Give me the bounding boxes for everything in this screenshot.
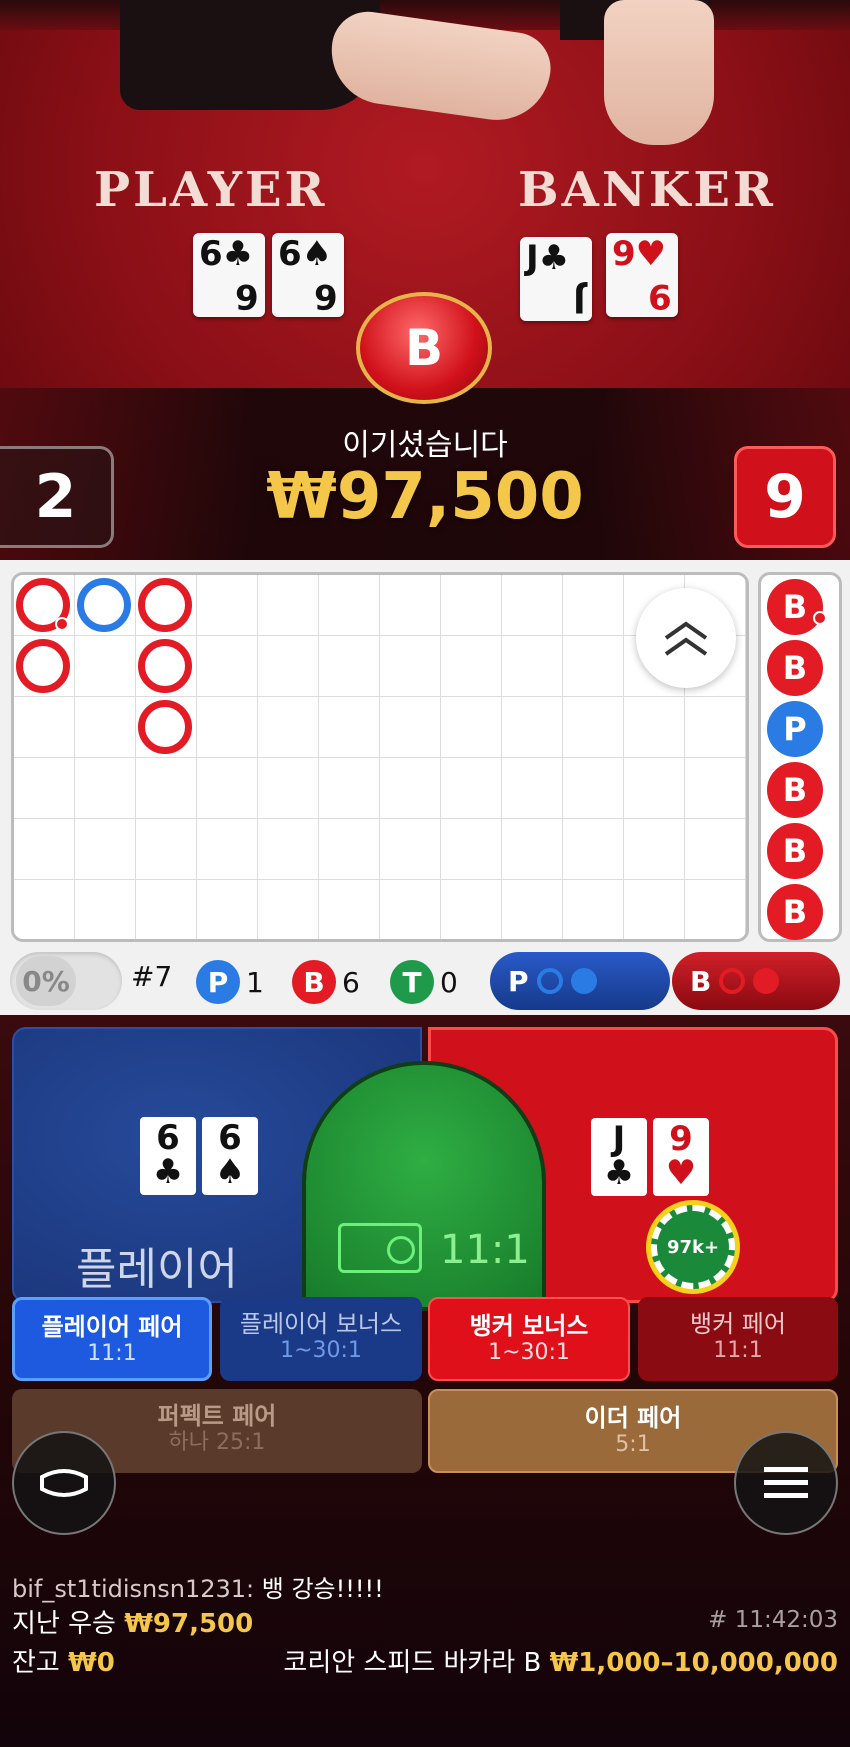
predict-dot-icon xyxy=(753,968,780,994)
banker-pair-marker xyxy=(55,617,69,631)
banker-bonus-odds: 1~30:1 xyxy=(488,1340,570,1366)
player-spot-label: 플레이어 xyxy=(76,1244,238,1295)
banker-count: 6 xyxy=(342,965,360,999)
table-limits: ₩1,000–10,000,000 xyxy=(549,1648,838,1678)
roadmap-panel: B B P B B B 0% #7 P1 B6 T0 P B xyxy=(0,560,850,1015)
player-card-small-2: 6 ♠ xyxy=(202,1117,258,1195)
player-count: 1 xyxy=(246,965,264,999)
banker-pair-label: 뱅커 페어 xyxy=(690,1310,786,1338)
big-road-player xyxy=(77,578,131,632)
chat-username: bif_st1tidisnsn1231: xyxy=(12,1575,255,1603)
banker-pair-bet[interactable]: 뱅커 페어 11:1 xyxy=(638,1297,838,1381)
placed-chip: 97k+ xyxy=(651,1205,735,1289)
percent-toggle[interactable]: 0% xyxy=(10,952,122,1010)
chat-message: bif_st1tidisnsn1231: 뱅 강승!!!!! xyxy=(12,1569,384,1604)
tie-odds: 11:1 xyxy=(440,1227,530,1273)
last-win: 지난 우승 ₩97,500 xyxy=(12,1603,253,1640)
player-pair-odds: 11:1 xyxy=(87,1341,137,1367)
percent-value: 0% xyxy=(16,956,76,1006)
tie-cards-icon xyxy=(338,1223,422,1273)
big-road-banker xyxy=(16,639,70,693)
banker-card-small-1: J ♣ xyxy=(591,1118,647,1196)
betting-area: 6 ♣ 6 ♠ 플레이어 J ♣ 9 ♥ 11:1 97k+ 플레이어 페어 11:1 … xyxy=(0,1015,850,1747)
game-id: # 11:42:03 xyxy=(708,1607,838,1633)
hamburger-menu-icon xyxy=(764,1467,808,1498)
round-number: #7 xyxy=(131,960,173,993)
banker-chip: B xyxy=(292,960,336,1004)
banker-score: 9 xyxy=(734,446,836,548)
last-win-label: 지난 우승 xyxy=(12,1609,116,1639)
player-bonus-bet[interactable]: 플레이어 보너스 1~30:1 xyxy=(220,1297,422,1381)
predict-banker-button[interactable]: B xyxy=(672,952,840,1010)
banker-bonus-label: 뱅커 보너스 xyxy=(469,1312,589,1340)
banker-pair-odds: 11:1 xyxy=(713,1338,763,1364)
player-chip: P xyxy=(196,960,240,1004)
big-road-banker xyxy=(138,639,192,693)
predict-banker-label: B xyxy=(690,964,712,998)
banker-pair-marker xyxy=(813,611,827,625)
predict-dot-icon xyxy=(570,968,597,994)
player-bonus-label: 플레이어 보너스 xyxy=(239,1310,403,1338)
predict-player-label: P xyxy=(508,964,529,998)
banker-card-small-2: 9 ♥ xyxy=(653,1118,709,1196)
player-card-2: 6♠ 6 xyxy=(272,233,344,317)
bead-road[interactable]: B B P B B B xyxy=(758,572,842,942)
balance: 잔고 ₩0 xyxy=(12,1642,115,1679)
winner-badge: B xyxy=(356,292,492,404)
expand-roadmap-button[interactable] xyxy=(636,588,736,688)
bead-banker: B xyxy=(767,884,823,940)
dealer-hand-right xyxy=(604,0,714,145)
bead-banker: B xyxy=(767,762,823,818)
banker-wins-count: B6 xyxy=(292,960,360,1004)
win-label: 이기셨습니다 xyxy=(342,428,508,463)
bead-banker: B xyxy=(767,823,823,879)
player-title: PLAYER xyxy=(94,162,328,218)
live-video-feed: PLAYER BANKER 6♣ 6 6♠ 6 J♣ J 9♥ 9 B 이기셨습… xyxy=(0,0,850,560)
bead-player: P xyxy=(767,701,823,757)
tie-bet-spot[interactable] xyxy=(302,1061,546,1311)
big-road-banker xyxy=(138,578,192,632)
menu-button[interactable] xyxy=(734,1431,838,1535)
balance-value: ₩0 xyxy=(68,1648,115,1678)
player-score: 2 xyxy=(0,446,114,548)
predict-player-button[interactable]: P xyxy=(490,952,670,1010)
player-pair-bet[interactable]: 플레이어 페어 11:1 xyxy=(12,1297,212,1381)
bead-banker: B xyxy=(767,579,827,635)
tie-count: 0 xyxy=(440,965,458,999)
table-icon xyxy=(40,1469,88,1497)
either-pair-label: 이더 페어 xyxy=(584,1404,682,1432)
bead-banker: B xyxy=(767,640,823,696)
player-pair-label: 플레이어 페어 xyxy=(41,1313,183,1341)
banker-card-1: J♣ J xyxy=(520,237,592,321)
big-road-banker xyxy=(138,700,192,754)
player-card-1: 6♣ 6 xyxy=(193,233,265,317)
player-card-small-1: 6 ♣ xyxy=(140,1117,196,1195)
balance-label: 잔고 xyxy=(12,1648,60,1678)
tie-chip: T xyxy=(390,960,434,1004)
stats-bar: 0% #7 P1 B6 T0 P B xyxy=(0,952,850,1012)
predict-ring-icon xyxy=(536,968,563,994)
double-chevron-up-icon xyxy=(664,621,708,656)
player-bonus-odds: 1~30:1 xyxy=(280,1338,362,1364)
table-name: 코리안 스피드 바카라 B xyxy=(283,1648,542,1678)
big-road-banker xyxy=(16,578,70,632)
player-wins-count: P1 xyxy=(196,960,264,1004)
win-amount: ₩97,500 xyxy=(266,460,584,534)
last-win-value: ₩97,500 xyxy=(124,1609,254,1639)
tie-count-stat: T0 xyxy=(390,960,458,1004)
banker-title: BANKER xyxy=(518,162,776,218)
banker-bonus-bet[interactable]: 뱅커 보너스 1~30:1 xyxy=(428,1297,630,1381)
table-info: 코리안 스피드 바카라 B ₩1,000–10,000,000 xyxy=(283,1642,838,1679)
banker-card-2: 9♥ 9 xyxy=(606,233,678,317)
perfect-pair-label: 퍼펙트 페어 xyxy=(157,1402,277,1430)
chat-text: 뱅 강승!!!!! xyxy=(261,1575,384,1603)
predict-ring-icon xyxy=(719,968,746,994)
lobby-button[interactable] xyxy=(12,1431,116,1535)
